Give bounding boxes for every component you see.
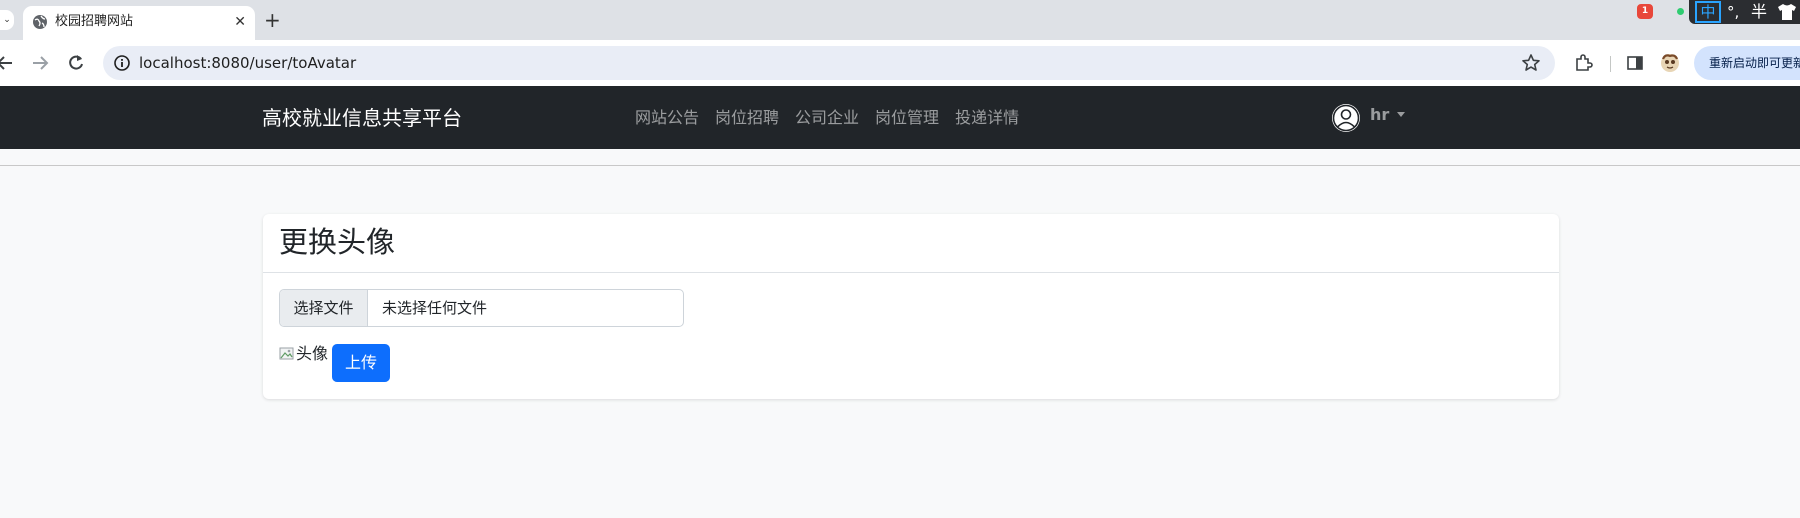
toolbar-divider: [1610, 56, 1611, 72]
user-avatar-icon[interactable]: [1331, 103, 1361, 133]
username[interactable]: hr: [1370, 104, 1389, 126]
avatar-image-alt-text: 头像: [296, 344, 329, 363]
site-navbar: 高校就业信息共享平台 网站公告 岗位招聘 公司企业 岗位管理 投递详情 hr: [0, 86, 1800, 149]
ime-toolbar[interactable]: 中 °, 半: [1689, 0, 1800, 24]
file-status-text: 未选择任何文件: [382, 299, 488, 317]
status-dot-icon: [1677, 8, 1684, 15]
close-icon[interactable]: ✕: [234, 12, 246, 32]
chevron-down-icon[interactable]: [1397, 112, 1405, 117]
url-text[interactable]: localhost:8080/user/toAvatar: [139, 53, 356, 73]
broken-image-icon: [279, 347, 294, 360]
new-tab-button[interactable]: +: [264, 8, 281, 32]
globe-icon: [33, 15, 47, 29]
back-arrow-icon[interactable]: [0, 52, 16, 74]
notification-badge[interactable]: 1: [1637, 4, 1653, 19]
reload-icon[interactable]: [65, 52, 87, 74]
page-title: 更换头像: [279, 225, 396, 259]
avatar-image: 头像: [279, 344, 328, 364]
browser-toolbar: localhost:8080/user/toAvatar 重新启动即可更新: [0, 40, 1800, 86]
card-header: 更换头像: [263, 214, 1559, 273]
browser-tab[interactable]: 校园招聘网站 ✕: [23, 6, 255, 40]
tab-title: 校园招聘网站: [55, 14, 134, 29]
navbar-brand[interactable]: 高校就业信息共享平台: [262, 105, 462, 131]
nav-link-application-details[interactable]: 投递详情: [955, 106, 1019, 130]
relaunch-to-update-button[interactable]: 重新启动即可更新: [1694, 46, 1800, 80]
change-avatar-card: 更换头像 选择文件 未选择任何文件 头像 上传: [263, 214, 1559, 399]
navbar-divider: [0, 165, 1800, 166]
tab-search-button[interactable]: ⌄: [0, 10, 14, 30]
site-info-icon[interactable]: [113, 54, 131, 72]
ime-mode-indicator[interactable]: 中: [1695, 1, 1721, 23]
bookmark-star-icon[interactable]: [1521, 53, 1541, 73]
upload-button[interactable]: 上传: [332, 344, 390, 382]
side-panel-icon[interactable]: [1625, 53, 1645, 73]
nav-link-companies[interactable]: 公司企业: [795, 106, 859, 130]
forward-arrow-icon[interactable]: [29, 52, 51, 74]
avatar-file-input[interactable]: 选择文件 未选择任何文件: [279, 289, 684, 327]
ime-punctuation-toggle[interactable]: °,: [1727, 2, 1739, 22]
extensions-puzzle-icon[interactable]: [1573, 53, 1593, 73]
navbar-links: 网站公告 岗位招聘 公司企业 岗位管理 投递详情: [635, 106, 1019, 130]
address-bar[interactable]: localhost:8080/user/toAvatar: [103, 46, 1555, 80]
browser-tab-strip: ⌄ 校园招聘网站 ✕ + 1 中 °, 半: [0, 0, 1800, 40]
profile-avatar-icon[interactable]: [1660, 53, 1680, 73]
ime-width-toggle[interactable]: 半: [1751, 2, 1767, 22]
nav-link-job-management[interactable]: 岗位管理: [875, 106, 939, 130]
shirt-icon[interactable]: [1777, 3, 1797, 21]
nav-link-job-recruitment[interactable]: 岗位招聘: [715, 106, 779, 130]
nav-link-announcements[interactable]: 网站公告: [635, 106, 699, 130]
choose-file-button[interactable]: 选择文件: [280, 290, 368, 326]
